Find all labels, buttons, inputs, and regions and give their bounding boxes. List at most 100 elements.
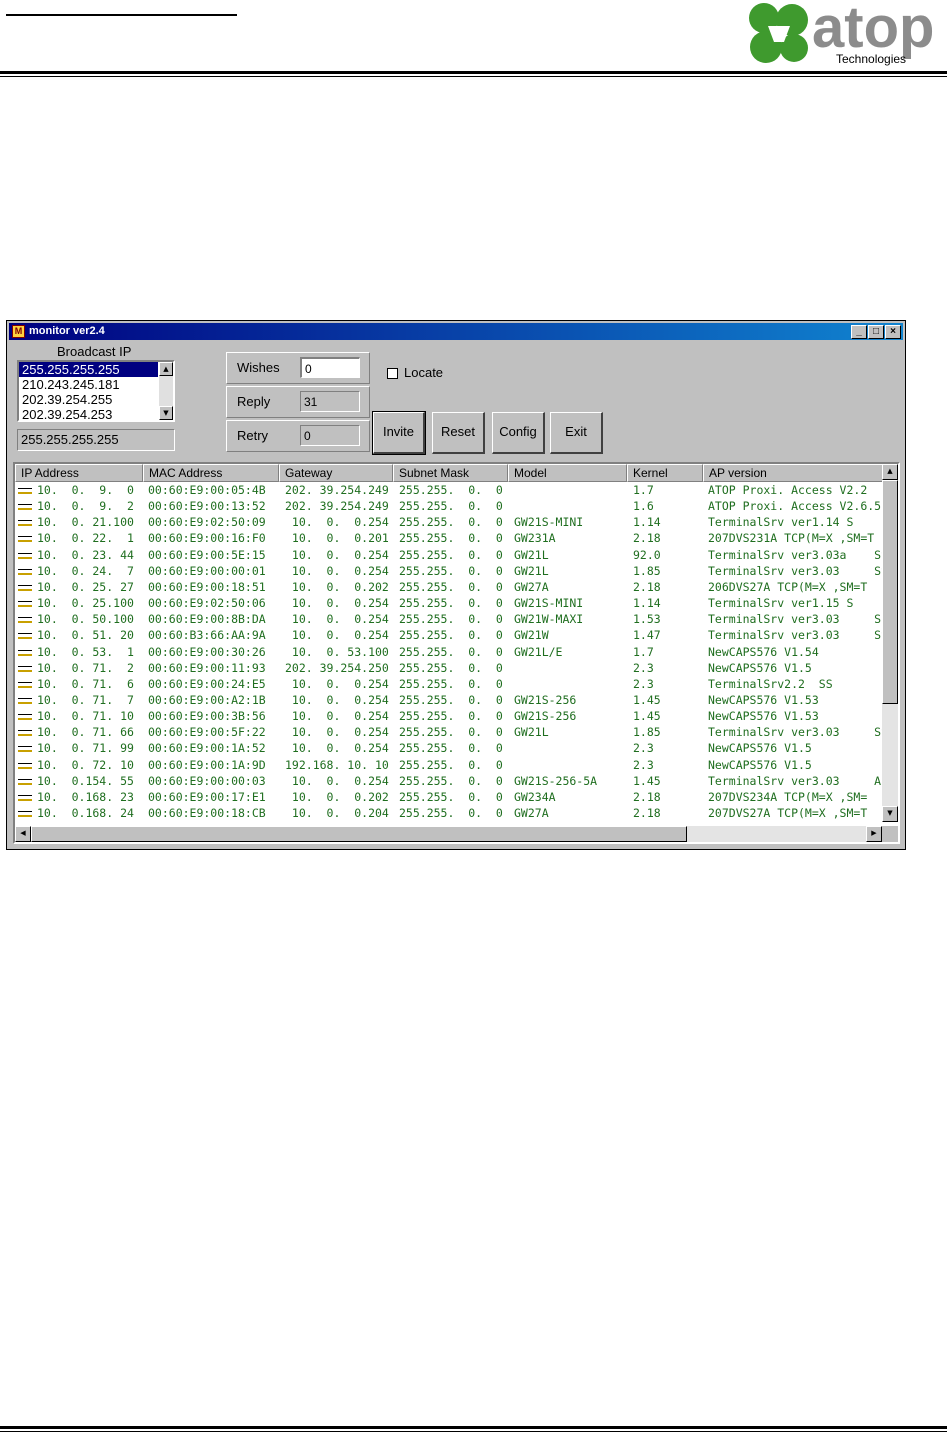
table-cell: 207DVS234A TCP(M=X ,SM=	[708, 789, 868, 804]
title-bar[interactable]: M monitor ver2.4 _ □ ×	[9, 323, 903, 340]
table-cell: 10. 0. 0.254	[285, 725, 389, 740]
table-row[interactable]: 10. 0. 25. 27 00:60:E9:00:18:51 10. 0. 0.…	[15, 579, 885, 595]
table-cell: 1.85	[633, 725, 661, 740]
table-cell: 00:60:E9:00:A2:1B	[148, 692, 266, 707]
table-cell: 255.255. 0. 0	[399, 499, 503, 514]
column-header[interactable]: AP version	[703, 464, 893, 482]
wishes-input[interactable]: 0	[300, 357, 360, 378]
close-button[interactable]: ×	[885, 325, 901, 339]
table-cell: 00:60:E9:00:30:26	[148, 644, 266, 659]
table-cell: 2.3	[633, 741, 654, 756]
broadcast-ip-item[interactable]: 210.243.245.181	[19, 377, 158, 392]
table-row[interactable]: 10. 0. 9. 0 00:60:E9:00:05:4B 202. 39.254.…	[15, 482, 885, 498]
table-cell: 10. 0. 9. 2	[37, 499, 134, 514]
table-cell: TerminalSrv ver3.03 SS	[708, 628, 884, 643]
locate-checkbox[interactable]	[387, 368, 398, 379]
table-row[interactable]: 10. 0. 72. 10 00:60:E9:00:1A:9D 192.168. 1…	[15, 757, 885, 773]
table-cell: 255.255. 0. 0	[399, 692, 503, 707]
app-icon[interactable]: M	[12, 325, 25, 338]
table-row[interactable]: 10. 0. 71. 66 00:60:E9:00:5F:22 10. 0. 0.…	[15, 724, 885, 740]
table-row[interactable]: 10. 0. 71. 6 00:60:E9:00:24:E5 10. 0. 0.2…	[15, 676, 885, 692]
table-row[interactable]: 10. 0. 9. 2 00:60:E9:00:13:52 202. 39.254.…	[15, 498, 885, 514]
column-header[interactable]: IP Address	[15, 464, 143, 482]
table-row[interactable]: 10. 0. 23. 44 00:60:E9:00:5E:15 10. 0. 0.…	[15, 547, 885, 563]
table-cell: ATOP Proxi. Access V2.6.5	[708, 499, 882, 514]
minimize-button[interactable]: _	[851, 325, 867, 339]
broadcast-ip-field[interactable]: 255.255.255.255	[17, 429, 175, 451]
header-divider-thin	[0, 76, 947, 77]
table-row[interactable]: 10. 0. 51. 20 00:60:B3:66:AA:9A 10. 0. 0.…	[15, 627, 885, 643]
scroll-down-icon[interactable]: ▼	[882, 806, 898, 822]
table-cell: 255.255. 0. 0	[399, 757, 503, 772]
table-cell: 1.14	[633, 515, 661, 530]
table-cell: 00:60:E9:00:18:51	[148, 579, 266, 594]
table-row[interactable]: 10. 0. 71. 2 00:60:E9:00:11:93 202. 39.254…	[15, 660, 885, 676]
table-cell	[514, 660, 629, 676]
wishes-label: Wishes	[237, 360, 280, 375]
vscroll-thumb[interactable]	[882, 480, 898, 704]
device-icon	[18, 568, 32, 575]
broadcast-ip-list[interactable]: 255.255.255.255 210.243.245.181 202.39.2…	[17, 360, 175, 422]
column-header[interactable]: Model	[508, 464, 627, 482]
column-header[interactable]: Subnet Mask	[393, 464, 508, 482]
column-header[interactable]: Gateway	[279, 464, 393, 482]
config-button[interactable]: Config	[492, 412, 545, 454]
broadcast-list-scrollbar[interactable]: ▲ ▼	[159, 362, 173, 420]
table-row[interactable]: 10. 0.168. 24 00:60:E9:00:18:CB 10. 0. 0.…	[15, 805, 885, 821]
scroll-right-icon[interactable]: ▶	[866, 826, 882, 842]
table-cell: 10. 0. 0.254	[285, 515, 389, 530]
table-cell: 00:60:E9:00:5E:15	[148, 547, 266, 562]
table-row[interactable]: 10. 0. 24. 7 00:60:E9:00:00:01 10. 0. 0.2…	[15, 563, 885, 579]
table-cell: 1.6	[633, 499, 654, 514]
table-cell: GW27A	[514, 579, 549, 594]
table-cell: 255.255. 0. 0	[399, 628, 503, 643]
table-row[interactable]: 10. 0. 71. 10 00:60:E9:00:3B:56 10. 0. 0.…	[15, 708, 885, 724]
hscroll-thumb[interactable]	[31, 826, 687, 842]
table-cell: ATOP Proxi. Access V2.2	[708, 483, 868, 497]
table-cell: NewCAPS576 V1.5	[708, 660, 812, 675]
locate-label[interactable]: Locate	[404, 365, 443, 380]
exit-button[interactable]: Exit	[550, 412, 603, 454]
reply-field: 31	[300, 391, 360, 412]
table-cell: 10. 0. 0.204	[285, 806, 389, 820]
device-list-vscrollbar[interactable]: ▲ ▼	[882, 464, 898, 822]
table-row[interactable]: 10. 0. 53. 1 00:60:E9:00:30:26 10. 0. 53.…	[15, 644, 885, 660]
invite-button[interactable]: Invite	[372, 411, 426, 455]
table-row[interactable]: 10. 0.154. 55 00:60:E9:00:00:03 10. 0. 0.…	[15, 773, 885, 789]
device-icon	[18, 520, 32, 527]
table-row[interactable]: 10. 0. 71. 7 00:60:E9:00:A2:1B 10. 0. 0.2…	[15, 692, 885, 708]
device-icon	[18, 697, 32, 704]
reset-button[interactable]: Reset	[432, 412, 485, 454]
table-cell: 2.3	[633, 676, 654, 691]
table-row[interactable]: 10. 0. 71. 99 00:60:E9:00:1A:52 10. 0. 0.…	[15, 740, 885, 756]
resize-grip-icon[interactable]	[882, 826, 898, 842]
table-row[interactable]: 10. 0. 25.100 00:60:E9:02:50:06 10. 0. 0.…	[15, 595, 885, 611]
table-row[interactable]: 10. 0. 50.100 00:60:E9:00:8B:DA 10. 0. 0.…	[15, 611, 885, 627]
table-cell: TerminalSrv ver3.03 A	[708, 773, 882, 788]
table-cell: 10. 0. 71. 99	[37, 741, 134, 756]
column-header[interactable]: Kernel	[627, 464, 703, 482]
scroll-down-icon[interactable]: ▼	[159, 406, 173, 420]
broadcast-ip-item[interactable]: 202.39.254.255	[19, 392, 158, 407]
table-cell: 10. 0. 9. 0	[37, 483, 134, 497]
table-cell: 2.3	[633, 757, 654, 772]
table-row[interactable]: 10. 0. 22. 1 00:60:E9:00:16:F0 10. 0. 0.2…	[15, 530, 885, 546]
device-list-hscrollbar[interactable]: ◀ ▶	[15, 826, 882, 842]
table-row[interactable]: 10. 0. 21.100 00:60:E9:02:50:09 10. 0. 0.…	[15, 514, 885, 530]
broadcast-ip-item[interactable]: 202.39.254.253	[19, 407, 158, 420]
table-cell: 2.3	[633, 660, 654, 675]
scroll-up-icon[interactable]: ▲	[159, 362, 173, 376]
atop-logo: atop Technologies	[748, 0, 943, 66]
scroll-left-icon[interactable]: ◀	[15, 826, 31, 842]
device-icon	[18, 746, 32, 753]
monitor-window: M monitor ver2.4 _ □ × Broadcast IP 255.…	[6, 320, 906, 850]
device-list[interactable]: IP Address MAC Address Gateway Subnet Mask M…	[13, 462, 900, 844]
table-row[interactable]: 10. 0.168. 23 00:60:E9:00:17:E1 10. 0. 0.…	[15, 789, 885, 805]
table-cell: 10. 0. 21.100	[37, 515, 134, 530]
table-cell: TerminalSrv ver3.03 SS	[708, 563, 884, 578]
broadcast-ip-item[interactable]: 255.255.255.255	[19, 362, 158, 377]
column-header[interactable]: MAC Address	[143, 464, 279, 482]
scroll-up-icon[interactable]: ▲	[882, 464, 898, 480]
table-cell: 10. 0. 23. 44	[37, 547, 134, 562]
maximize-button[interactable]: □	[868, 325, 884, 339]
